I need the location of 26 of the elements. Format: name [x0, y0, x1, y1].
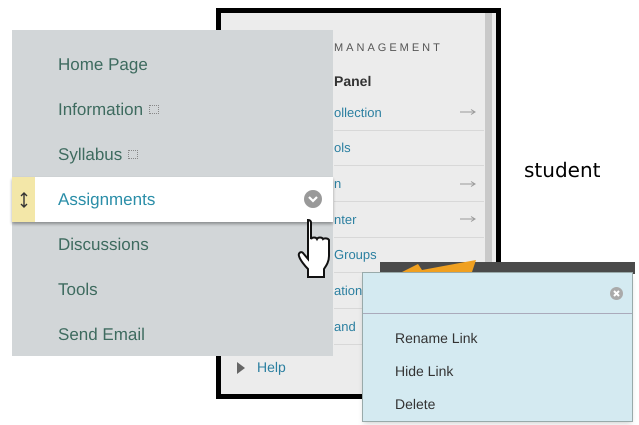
- chevron-down-icon[interactable]: [304, 190, 322, 208]
- menu-item[interactable]: Send Email: [12, 312, 333, 357]
- menu-item[interactable]: Tools: [12, 267, 333, 312]
- menu-item[interactable]: Information: [12, 87, 333, 132]
- panel-link[interactable]: ols: [334, 138, 351, 158]
- caption-text: student: [524, 157, 600, 184]
- expand-triangle-icon: [237, 362, 245, 374]
- panel-title: Panel: [334, 72, 372, 91]
- menu-option[interactable]: Delete: [395, 388, 632, 421]
- menu-item[interactable]: Assignments: [12, 177, 333, 222]
- menu-item[interactable]: Syllabus: [12, 132, 333, 177]
- panel-link[interactable]: Groups: [334, 245, 377, 265]
- panel-link[interactable]: n: [334, 174, 342, 194]
- menu-option[interactable]: Rename Link: [395, 322, 632, 355]
- close-icon[interactable]: [610, 286, 623, 300]
- help-link[interactable]: Help: [257, 357, 286, 378]
- panel-link[interactable]: ation: [334, 281, 362, 301]
- menu-item[interactable]: Discussions: [12, 222, 333, 267]
- section-heading: MANAGEMENT: [334, 41, 444, 56]
- panel-link[interactable]: nter: [334, 210, 356, 230]
- panel-link[interactable]: and: [334, 316, 356, 336]
- menu-option[interactable]: Hide Link: [395, 355, 632, 388]
- up-down-arrow-icon: [20, 192, 28, 208]
- menu-item[interactable]: Home Page: [12, 42, 333, 87]
- panel-link[interactable]: ollection: [334, 102, 382, 122]
- drag-handle[interactable]: [12, 177, 35, 222]
